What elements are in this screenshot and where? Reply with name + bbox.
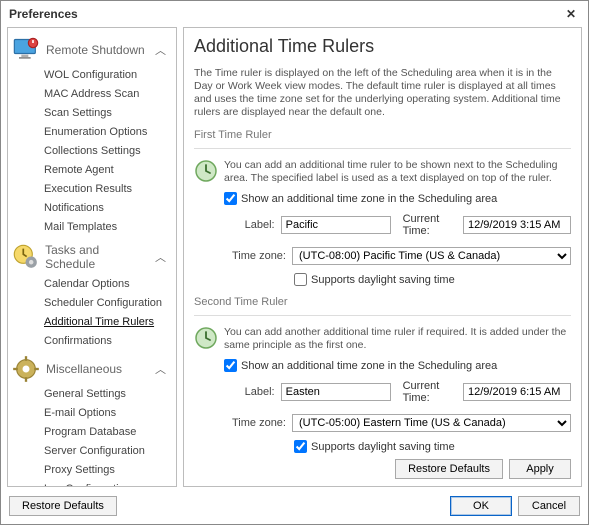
sidebar-item-additional-time-rulers[interactable]: Additional Time Rulers bbox=[10, 313, 174, 332]
group-label: Miscellaneous bbox=[46, 362, 122, 376]
second-dst-checkbox[interactable] bbox=[294, 440, 307, 453]
first-label-input[interactable] bbox=[281, 216, 391, 234]
sidebar-item[interactable]: Scan Settings bbox=[10, 104, 174, 123]
sidebar-item[interactable]: Proxy Settings bbox=[10, 461, 174, 480]
sidebar-item[interactable]: Mail Templates bbox=[10, 218, 174, 237]
sidebar-item[interactable]: Execution Results bbox=[10, 180, 174, 199]
sidebar-item[interactable]: MAC Address Scan bbox=[10, 85, 174, 104]
sidebar-item[interactable]: Scheduler Configuration bbox=[10, 294, 174, 313]
sidebar-item[interactable]: Confirmations bbox=[10, 332, 174, 351]
first-dst-checkbox[interactable] bbox=[294, 273, 307, 286]
second-dst-label: Supports daylight saving time bbox=[311, 441, 455, 453]
first-dst-label: Supports daylight saving time bbox=[311, 274, 455, 286]
first-currenttime-label: Current Time: bbox=[403, 213, 457, 237]
page-title: Additional Time Rulers bbox=[194, 36, 571, 57]
page-intro: The Time ruler is displayed on the left … bbox=[194, 67, 571, 119]
second-ruler-title: Second Time Ruler bbox=[194, 296, 571, 308]
sidebar-item[interactable]: Server Configuration bbox=[10, 442, 174, 461]
first-tz-select[interactable]: (UTC-08:00) Pacific Time (US & Canada) bbox=[292, 247, 571, 265]
global-restore-defaults-button[interactable]: Restore Defaults bbox=[9, 496, 117, 516]
sidebar-item[interactable]: Notifications bbox=[10, 199, 174, 218]
second-label-label: Label: bbox=[224, 386, 275, 398]
clock-gear-icon bbox=[12, 245, 39, 269]
first-ruler-desc: You can add an additional time ruler to … bbox=[224, 159, 571, 186]
second-currenttime-value[interactable] bbox=[463, 383, 571, 401]
group-label: Tasks and Schedule bbox=[45, 243, 149, 271]
sidebar-item[interactable]: WOL Configuration bbox=[10, 66, 174, 85]
group-miscellaneous[interactable]: Miscellaneous ︿ bbox=[10, 351, 174, 385]
sidebar-item[interactable]: E-mail Options bbox=[10, 404, 174, 423]
second-tz-label: Time zone: bbox=[224, 417, 286, 429]
first-label-label: Label: bbox=[224, 219, 275, 231]
sidebar-item[interactable]: Enumeration Options bbox=[10, 123, 174, 142]
ok-button[interactable]: OK bbox=[450, 496, 512, 516]
chevron-up-icon: ︿ bbox=[155, 42, 172, 58]
cancel-button[interactable]: Cancel bbox=[518, 496, 580, 516]
clock-icon bbox=[194, 326, 218, 353]
close-icon[interactable]: ✕ bbox=[562, 5, 580, 23]
second-show-checkbox[interactable] bbox=[224, 359, 237, 372]
sidebar-item[interactable]: Remote Agent bbox=[10, 161, 174, 180]
sidebar-item[interactable]: Collections Settings bbox=[10, 142, 174, 161]
group-tasks-schedule[interactable]: Tasks and Schedule ︿ bbox=[10, 237, 174, 275]
apply-button[interactable]: Apply bbox=[509, 459, 571, 479]
sidebar-item[interactable]: Calendar Options bbox=[10, 275, 174, 294]
preferences-sidebar: Remote Shutdown ︿ WOL Configuration MAC … bbox=[7, 27, 177, 487]
second-show-label: Show an additional time zone in the Sche… bbox=[241, 360, 497, 372]
clock-icon bbox=[194, 159, 218, 186]
sidebar-item[interactable]: Program Database bbox=[10, 423, 174, 442]
monitor-icon bbox=[12, 38, 40, 62]
chevron-up-icon: ︿ bbox=[155, 249, 172, 265]
page-restore-defaults-button[interactable]: Restore Defaults bbox=[395, 459, 503, 479]
second-tz-select[interactable]: (UTC-05:00) Eastern Time (US & Canada) bbox=[292, 414, 571, 432]
sidebar-item[interactable]: Log Configuration bbox=[10, 480, 174, 487]
preferences-page: Additional Time Rulers The Time ruler is… bbox=[183, 27, 582, 487]
chevron-up-icon: ︿ bbox=[155, 361, 172, 377]
second-label-input[interactable] bbox=[281, 383, 391, 401]
group-label: Remote Shutdown bbox=[46, 43, 145, 57]
gear-icon bbox=[12, 357, 40, 381]
group-remote-shutdown[interactable]: Remote Shutdown ︿ bbox=[10, 32, 174, 66]
first-ruler-title: First Time Ruler bbox=[194, 129, 571, 141]
first-show-checkbox[interactable] bbox=[224, 192, 237, 205]
window-title: Preferences bbox=[9, 7, 78, 21]
second-ruler-desc: You can add another additional time rule… bbox=[224, 326, 571, 353]
first-currenttime-value[interactable] bbox=[463, 216, 571, 234]
first-show-label: Show an additional time zone in the Sche… bbox=[241, 193, 497, 205]
first-tz-label: Time zone: bbox=[224, 250, 286, 262]
second-currenttime-label: Current Time: bbox=[403, 380, 457, 404]
sidebar-item[interactable]: General Settings bbox=[10, 385, 174, 404]
